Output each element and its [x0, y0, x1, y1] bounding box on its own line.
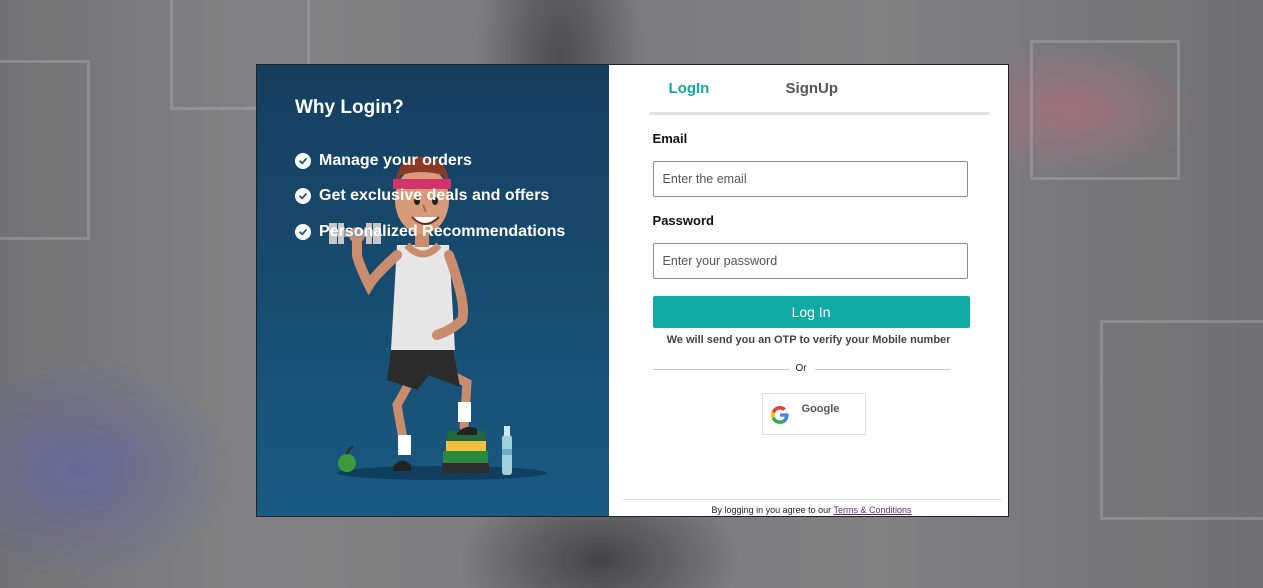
- or-divider: Or: [652, 362, 951, 376]
- login-button[interactable]: Log In: [652, 296, 970, 328]
- email-label: Email: [652, 131, 688, 146]
- benefit-text: Personalized Recommendations: [319, 222, 566, 240]
- password-field[interactable]: [652, 243, 968, 279]
- tab-login[interactable]: LogIn: [669, 80, 710, 97]
- google-label: Google: [801, 403, 840, 415]
- benefit-item: Get exclusive deals and offers: [295, 179, 565, 215]
- login-modal: Why Login? Manage your orders Get exclus…: [256, 64, 1009, 517]
- divider-line-left: [652, 369, 789, 370]
- google-icon: [770, 406, 789, 424]
- tab-signup[interactable]: SignUp: [786, 80, 839, 97]
- check-circle-icon: [295, 152, 311, 169]
- benefit-item: Manage your orders: [295, 143, 565, 179]
- benefit-text: Get exclusive deals and offers: [319, 187, 550, 205]
- benefit-text: Manage your orders: [319, 151, 472, 169]
- google-login-button[interactable]: Google: [761, 393, 866, 435]
- email-field[interactable]: [652, 161, 968, 197]
- divider-line-right: [814, 369, 951, 370]
- otp-note: We will send you an OTP to verify your M…: [666, 334, 951, 346]
- terms-link[interactable]: Terms & Conditions: [833, 505, 911, 515]
- check-circle-icon: [295, 188, 311, 205]
- benefits-list: Manage your orders Get exclusive deals a…: [295, 143, 565, 250]
- check-circle-icon: [295, 223, 311, 240]
- terms-footer: By logging in you agree to our Terms & C…: [622, 499, 1001, 515]
- auth-panel: LogIn SignUp Email Password Log In We wi…: [609, 65, 1008, 516]
- benefit-item: Personalized Recommendations: [295, 214, 565, 250]
- auth-tabs: LogIn SignUp: [648, 65, 989, 115]
- promo-panel: Why Login? Manage your orders Get exclus…: [257, 65, 609, 516]
- or-text: Or: [795, 363, 807, 374]
- password-label: Password: [652, 213, 714, 228]
- terms-prefix: By logging in you agree to our: [711, 505, 832, 515]
